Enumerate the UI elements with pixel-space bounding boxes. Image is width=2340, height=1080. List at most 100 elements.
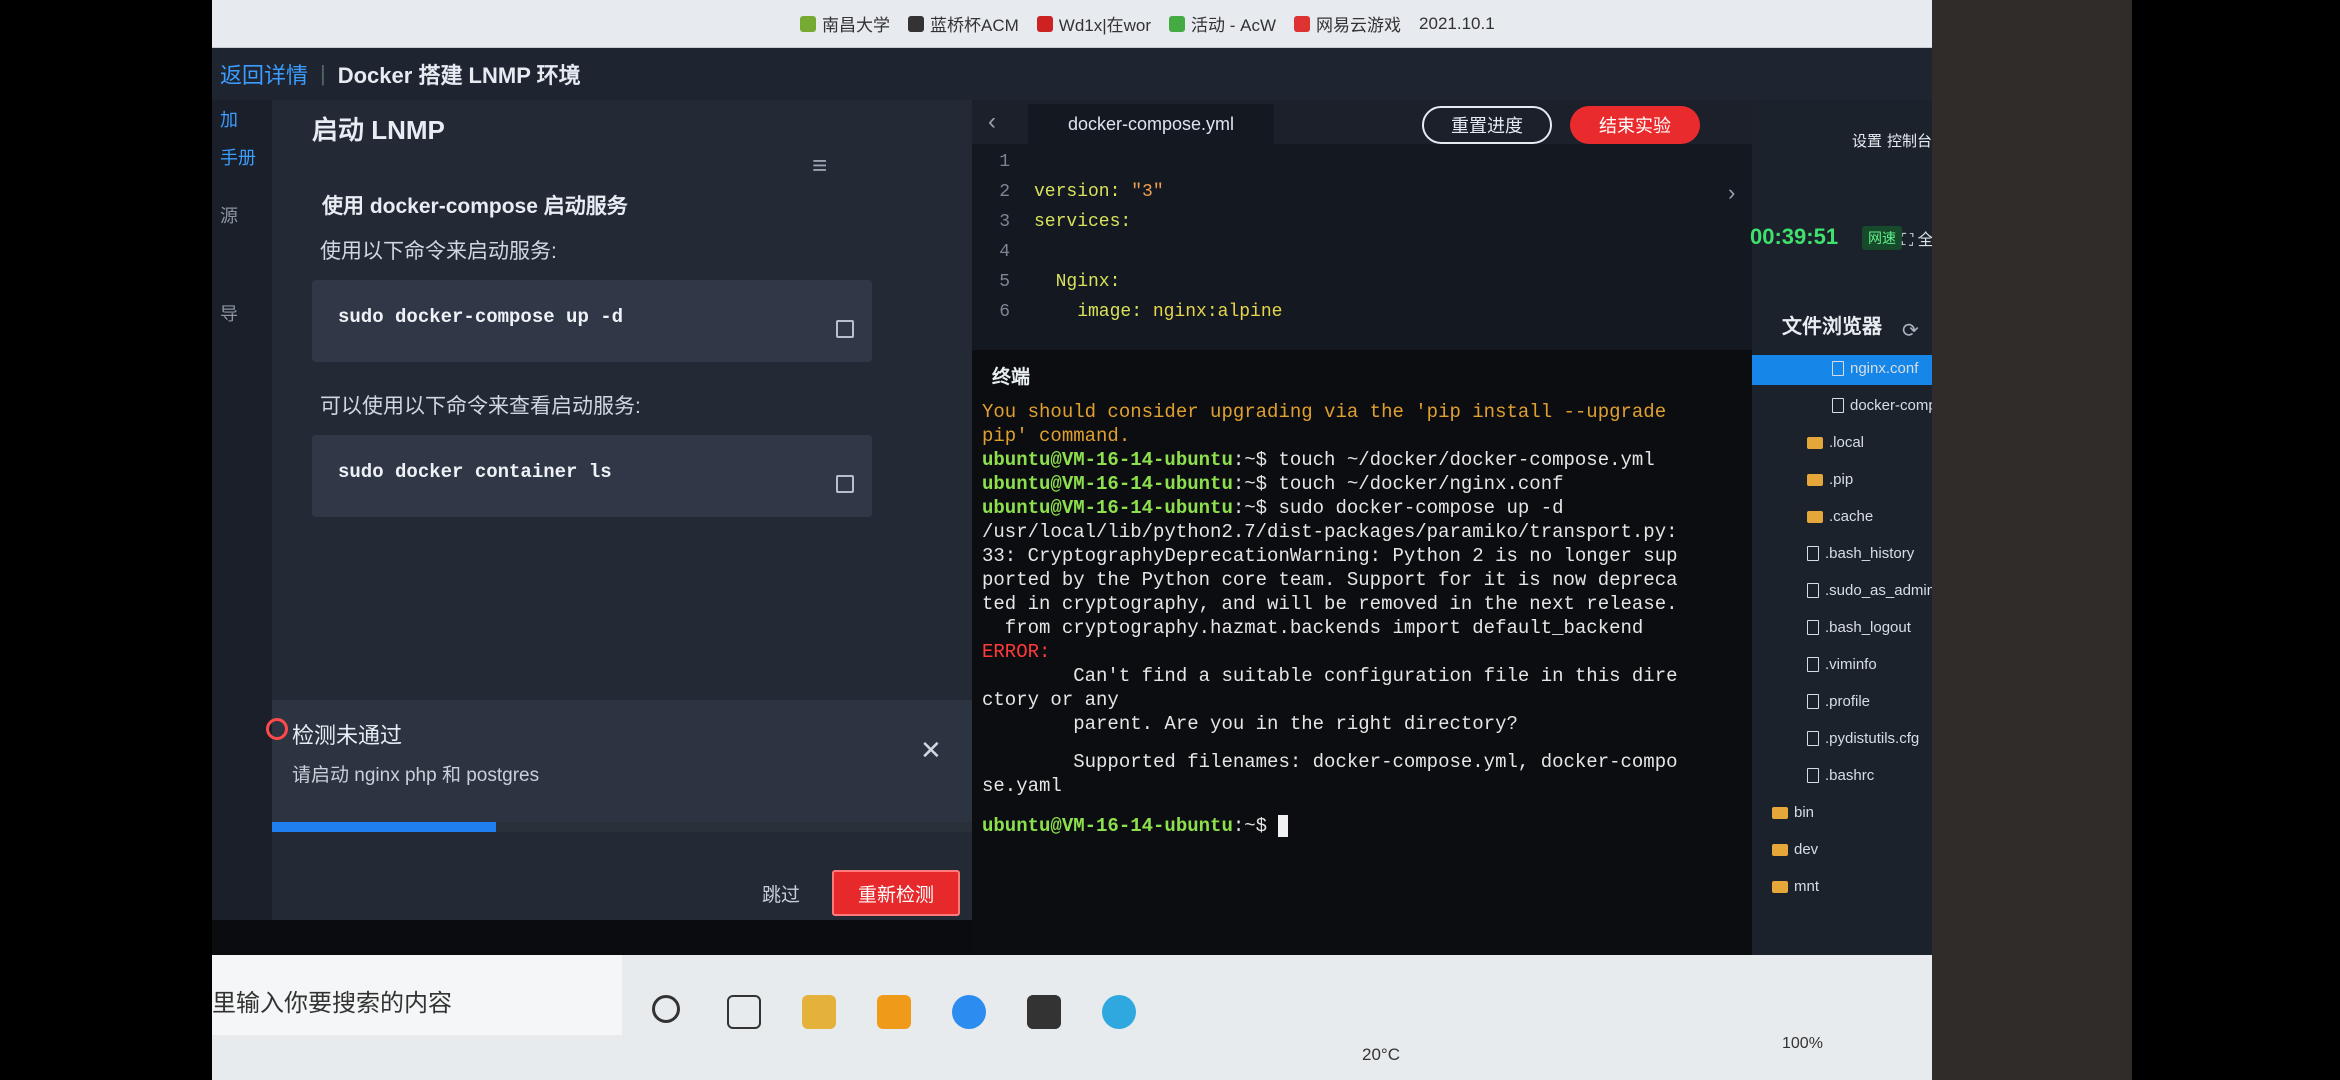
recheck-button[interactable]: 重新检测 [832, 870, 960, 916]
file-item[interactable]: .bashrc [1807, 767, 1874, 784]
check-message: 请启动 nginx php 和 postgres [292, 765, 540, 786]
line-number: 2 [999, 182, 1010, 202]
folder-icon [1772, 806, 1788, 819]
file-name: .viminfo [1825, 656, 1877, 673]
terminal-line: ctory or any [982, 689, 1119, 711]
bookmark-item[interactable]: 蓝桥杯ACM [908, 11, 1019, 36]
terminal-command: :~$ touch ~/docker/nginx.conf [1232, 473, 1564, 495]
section-heading: 使用 docker-compose 启动服务 [322, 195, 628, 218]
editor-tab[interactable]: docker-compose.yml [1028, 104, 1275, 144]
bookmark-item[interactable]: 2021.10.1 [1419, 14, 1495, 34]
back-link[interactable]: 返回详情 [220, 58, 308, 90]
terminal-line: ubuntu@VM-16-14-ubuntu:~$ sudo docker-co… [982, 496, 1742, 520]
terminal[interactable]: 终端 You should consider upgrading via the… [972, 350, 1752, 960]
progress-fill [272, 822, 496, 832]
taskbar-search[interactable]: 里输入你要搜索的内容 [212, 955, 622, 1035]
skip-button[interactable]: 跳过 [762, 880, 800, 907]
code-value: "3" [1131, 182, 1164, 202]
terminal-output: You should consider upgrading via the 'p… [982, 400, 1742, 960]
folder-item[interactable]: mnt [1772, 878, 1819, 895]
file-name: .sudo_as_admin... [1825, 582, 1948, 599]
terminal-line: from cryptography.hazmat.backends import… [982, 617, 1644, 639]
folder-icon [1772, 880, 1788, 893]
terminal-line: ported by the Python core team. Support … [982, 569, 1678, 591]
nav-item[interactable]: 手册 [212, 138, 272, 176]
code-line: 4 [972, 242, 1732, 268]
code-key: Nginx: [1034, 272, 1121, 292]
file-item[interactable]: .profile [1807, 693, 1870, 710]
refresh-icon[interactable]: ⟳ [1902, 318, 1919, 343]
header-separator: | [320, 61, 326, 86]
chevron-right-icon[interactable]: › [1728, 180, 1735, 206]
terminal-prompt-suffix: :~$ [1232, 815, 1279, 837]
file-item[interactable]: .bash_logout [1807, 619, 1911, 636]
bookmark-item[interactable]: Wd1x|在wor [1036, 11, 1151, 36]
edge-icon[interactable] [1102, 995, 1136, 1029]
game-icon[interactable] [1027, 995, 1061, 1029]
check-result: 检测未通过 请启动 nginx php 和 postgres ✕ [266, 700, 972, 850]
folder-item[interactable]: .pip [1807, 471, 1853, 488]
terminal-line: parent. Are you in the right directory? [982, 713, 1518, 735]
settings-link[interactable]: 设置 [1852, 130, 1882, 151]
folder-item[interactable]: .cache [1807, 508, 1873, 525]
file-item[interactable]: .bash_history [1807, 545, 1914, 562]
app-header: 返回详情 | Docker 搭建 LNMP 环境 [212, 48, 1932, 100]
folder-item[interactable]: dev [1772, 841, 1818, 858]
file-name: .bashrc [1825, 767, 1875, 784]
instruction-text: 可以使用以下命令来查看启动服务: [320, 395, 641, 418]
bookmark-item[interactable]: 活动 - AcW [1169, 11, 1276, 36]
instructions-panel: 启动 LNMP ≡ 使用 docker-compose 启动服务 使用以下命令来… [266, 100, 972, 920]
desk-background [1932, 0, 2132, 1080]
terminal-command: :~$ sudo docker-compose up -d [1232, 497, 1564, 519]
end-lab-button[interactable]: 结束实验 [1570, 106, 1700, 144]
file-item[interactable]: nginx.conf [1832, 360, 1918, 377]
copy-icon[interactable] [836, 475, 854, 493]
file-browser-title: 文件浏览器 [1782, 316, 1882, 338]
error-circle-icon [266, 718, 288, 740]
file-item[interactable]: .sudo_as_admin... [1807, 582, 1948, 599]
bookmark-item[interactable]: 网易云游戏 [1294, 11, 1401, 36]
code-line: 5 Nginx: [972, 272, 1732, 298]
editor-tabbar: ‹ docker-compose.yml 重置进度 结束实验 [972, 100, 1752, 144]
app-icon[interactable] [952, 995, 986, 1029]
bookmark-icon [1036, 15, 1053, 32]
nav-item[interactable]: 导 [212, 294, 272, 332]
folder-item[interactable]: .local [1807, 434, 1864, 451]
terminal-line: ubuntu@VM-16-14-ubuntu:~$ touch ~/docker… [982, 472, 1742, 496]
copy-icon[interactable] [836, 320, 854, 338]
line-number: 5 [999, 272, 1010, 292]
code-key: services: [1034, 212, 1132, 232]
file-item[interactable]: .viminfo [1807, 656, 1877, 673]
folder-item[interactable]: bin [1772, 804, 1814, 821]
command-block: sudo docker container ls [312, 435, 872, 517]
reset-progress-button[interactable]: 重置进度 [1422, 106, 1552, 144]
zoom-text: 100% [1782, 1035, 1823, 1052]
bookmark-item[interactable]: 南昌大学 [800, 11, 890, 36]
file-item[interactable]: .pydistutils.cfg [1807, 730, 1919, 747]
check-alert: 检测未通过 请启动 nginx php 和 postgres ✕ [266, 700, 972, 822]
code-text: version: "3" [1034, 182, 1164, 202]
code-line: 3 services: [972, 212, 1732, 238]
chevron-left-icon[interactable]: ‹ [988, 108, 996, 136]
file-explorer-icon[interactable] [802, 995, 836, 1029]
code-text: services: [1034, 212, 1131, 232]
menu-icon[interactable]: ≡ [812, 150, 827, 181]
file-name: .bash_history [1825, 545, 1915, 562]
file-name: mnt [1794, 878, 1820, 895]
command-text: sudo docker container ls [338, 461, 612, 483]
code-key: version: [1034, 182, 1132, 202]
close-icon[interactable]: ✕ [920, 735, 942, 766]
task-view-icon[interactable] [727, 995, 761, 1029]
line-number: 4 [999, 242, 1010, 262]
app-icon[interactable] [877, 995, 911, 1029]
cortana-icon[interactable] [652, 995, 680, 1023]
nav-item[interactable]: 加 [212, 100, 272, 138]
nav-item[interactable]: 源 [212, 196, 272, 234]
line-number: 6 [999, 302, 1010, 322]
console-link[interactable]: 控制台 [1887, 130, 1932, 151]
file-icon [1807, 694, 1819, 709]
monitor-screen: 南昌大学 蓝桥杯ACM Wd1x|在wor 活动 - AcW 网易云游戏 202… [212, 0, 1950, 1080]
side-nav: 加 手册 源 导 [212, 100, 272, 920]
step-title: 启动 LNMP [312, 115, 445, 145]
browser-bookmark-bar: 南昌大学 蓝桥杯ACM Wd1x|在wor 活动 - AcW 网易云游戏 202… [212, 0, 1932, 48]
